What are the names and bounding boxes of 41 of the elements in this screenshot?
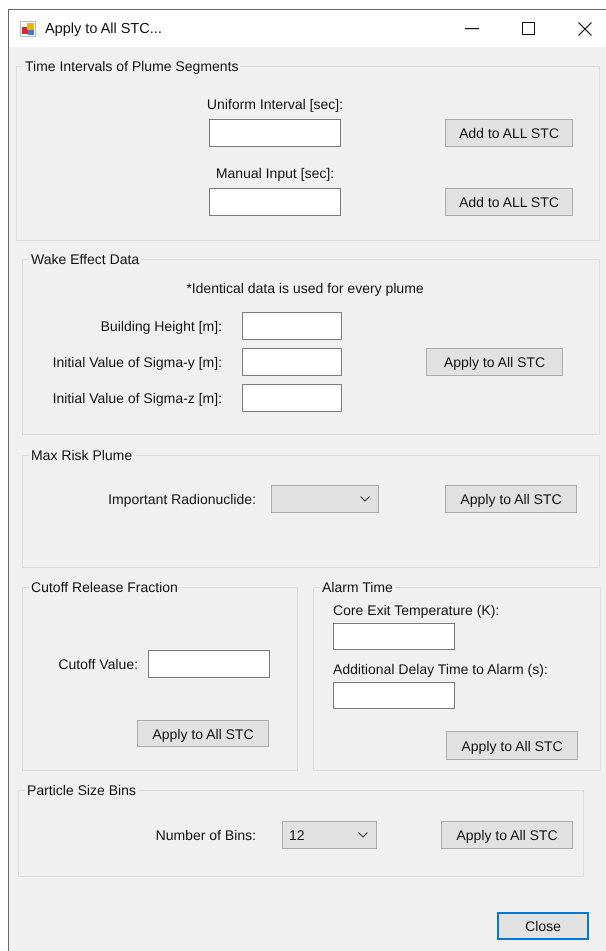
input-field[interactable]: [333, 682, 455, 709]
field-label: Manual Input [sec]:: [216, 165, 334, 181]
add-button[interactable]: Add to ALL STC: [445, 119, 573, 147]
field-label: Core Exit Temperature (K):: [333, 602, 500, 618]
apply-button[interactable]: Apply to All STC: [446, 731, 578, 760]
field-label: Additional Delay Time to Alarm (s):: [333, 661, 548, 677]
input-field[interactable]: [209, 119, 341, 147]
group-title: Cutoff Release Fraction: [30, 579, 179, 595]
apply-button[interactable]: Apply to All STC: [426, 348, 563, 376]
input-field[interactable]: [242, 384, 342, 412]
maximize-icon[interactable]: [522, 22, 535, 35]
apply-button[interactable]: Apply to All STC: [137, 720, 269, 747]
field-label: Building Height [m]:: [100, 318, 223, 334]
field-label: Initial Value of Sigma-z [m]:: [52, 390, 223, 406]
close-button[interactable]: Close: [497, 912, 589, 940]
field-label: Uniform Interval [sec]:: [206, 96, 344, 112]
group-title: Particle Size Bins: [26, 782, 137, 798]
input-field[interactable]: [333, 623, 455, 650]
chevron-down-icon: [360, 496, 370, 502]
group-title: Alarm Time: [321, 579, 394, 595]
dropdown[interactable]: 12: [282, 821, 377, 849]
field-label: Number of Bins:: [154, 826, 256, 845]
window-title: Apply to All STC...: [45, 20, 162, 36]
apply-button[interactable]: Apply to All STC: [441, 821, 573, 849]
input-field[interactable]: [148, 650, 270, 678]
group-title: Time Intervals of Plume Segments: [24, 58, 240, 74]
add-button[interactable]: Add to ALL STC: [445, 188, 573, 216]
apply-button[interactable]: Apply to All STC: [445, 485, 577, 513]
input-field[interactable]: [209, 188, 341, 216]
group-title: Wake Effect Data: [30, 251, 140, 267]
chevron-down-icon: [358, 832, 368, 838]
minimize-icon[interactable]: [465, 28, 479, 30]
field-label: Important Radionuclide:: [107, 490, 256, 509]
group-title: Max Risk Plume: [30, 447, 134, 463]
input-field[interactable]: [242, 312, 342, 340]
app-icon: [20, 20, 36, 36]
field-label: Cutoff Value:: [57, 655, 138, 674]
note-text: *Identical data is used for every plume: [186, 280, 424, 296]
close-icon[interactable]: [578, 22, 592, 36]
input-field[interactable]: [242, 348, 342, 376]
field-label: Initial Value of Sigma-y [m]:: [52, 354, 223, 370]
